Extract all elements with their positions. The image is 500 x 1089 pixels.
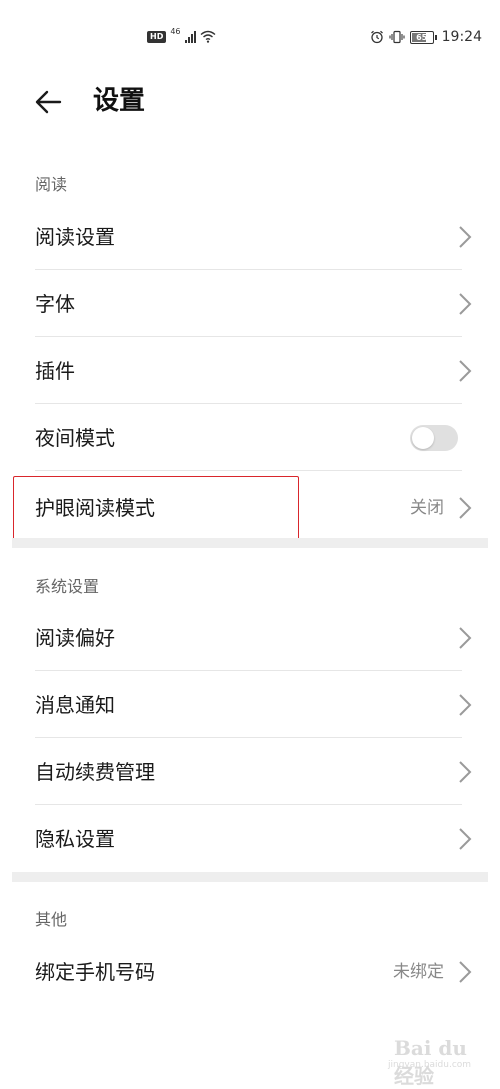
baidu-jingyan-watermark: Bai du 经验 jingyan.baidu.com — [370, 1030, 480, 1088]
status-bar-network: HD 46 — [147, 27, 216, 43]
divider — [35, 737, 462, 738]
chevron-right-icon — [459, 761, 472, 783]
section-label-system: 系统设置 — [35, 577, 100, 596]
chevron-right-icon — [459, 226, 472, 248]
alarm-icon — [370, 30, 383, 44]
settings-item-label: 阅读偏好 — [35, 626, 115, 650]
settings-item-privacy[interactable]: 隐私设置 — [0, 806, 500, 872]
section-label-reading: 阅读 — [35, 175, 68, 194]
settings-item-font[interactable]: 字体 — [0, 271, 500, 337]
hd-badge: HD — [147, 30, 167, 43]
divider — [35, 403, 462, 404]
status-bar: HD 46 65 19:24 — [0, 0, 500, 72]
chevron-right-icon — [459, 627, 472, 649]
status-bar-right: 65 19:24 — [370, 29, 482, 45]
settings-item-reading-settings[interactable]: 阅读设置 — [0, 204, 500, 270]
settings-item-label: 消息通知 — [35, 693, 115, 717]
divider — [35, 269, 462, 270]
settings-item-label: 字体 — [35, 292, 75, 316]
divider — [35, 470, 462, 471]
watermark-url: jingyan.baidu.com — [388, 1060, 472, 1070]
settings-item-bind-phone[interactable]: 绑定手机号码 未绑定 — [0, 939, 500, 1005]
highlight-annotation-box — [13, 476, 299, 542]
chevron-right-icon — [459, 293, 472, 315]
section-separator — [12, 538, 488, 548]
settings-item-plugins[interactable]: 插件 — [0, 338, 500, 404]
network-type-label: 46 — [170, 27, 181, 36]
settings-item-label: 夜间模式 — [35, 426, 115, 450]
chevron-right-icon — [459, 961, 472, 983]
divider — [35, 336, 462, 337]
section-separator — [12, 872, 488, 882]
page-title: 设置 — [93, 86, 146, 116]
signal-icon — [184, 30, 196, 43]
settings-item-night-mode: 夜间模式 — [0, 405, 500, 471]
back-button[interactable] — [30, 82, 70, 122]
settings-item-label: 隐私设置 — [35, 827, 115, 851]
settings-item-value: 关闭 — [410, 498, 444, 518]
section-label-other: 其他 — [35, 910, 68, 929]
divider — [35, 670, 462, 671]
night-mode-toggle[interactable] — [410, 425, 458, 451]
settings-item-notifications[interactable]: 消息通知 — [0, 672, 500, 738]
settings-item-label: 插件 — [35, 359, 75, 383]
wifi-icon — [200, 30, 215, 43]
battery-icon: 65 — [409, 30, 437, 44]
divider — [35, 804, 462, 805]
app-header: 设置 — [0, 72, 500, 132]
settings-item-value: 未绑定 — [393, 962, 444, 982]
arrow-left-icon — [35, 90, 62, 114]
settings-item-label: 绑定手机号码 — [35, 960, 155, 984]
battery-level: 65 — [416, 32, 428, 42]
settings-item-label: 阅读设置 — [35, 225, 115, 249]
chevron-right-icon — [459, 828, 472, 850]
settings-item-auto-renewal[interactable]: 自动续费管理 — [0, 739, 500, 805]
settings-item-reading-preferences[interactable]: 阅读偏好 — [0, 605, 500, 671]
status-time: 19:24 — [441, 29, 482, 45]
chevron-right-icon — [459, 360, 472, 382]
chevron-right-icon — [459, 497, 472, 519]
settings-item-label: 自动续费管理 — [35, 760, 155, 784]
chevron-right-icon — [459, 694, 472, 716]
vibrate-icon — [389, 30, 405, 44]
toggle-knob — [412, 427, 434, 449]
